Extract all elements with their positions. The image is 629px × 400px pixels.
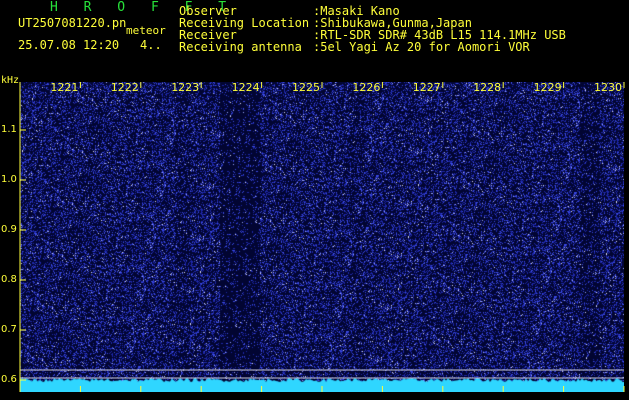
y-tick-label: 0.7: [1, 324, 17, 335]
x-tick-label: 1227: [412, 81, 441, 94]
x-tick-label: 1229: [533, 81, 562, 94]
y-tick-label: 0.8: [1, 274, 17, 285]
y-tick-label: 1.0: [1, 174, 17, 185]
x-tick-label: 1224: [231, 81, 260, 94]
y-tick-label: 0.6: [1, 374, 17, 385]
x-tick-label: 1226: [352, 81, 381, 94]
x-tick-label: 1230: [594, 81, 622, 94]
plot-overlay: [19, 82, 625, 392]
x-tick-label: 1228: [473, 81, 502, 94]
x-tick-label: 1221: [50, 81, 79, 94]
y-tick-label: 1.1: [1, 124, 17, 135]
x-tick-label: 1225: [292, 81, 320, 94]
x-tick-label: 1222: [110, 81, 139, 94]
y-tick-label: 0.9: [1, 224, 17, 235]
x-tick-label: 1223: [171, 81, 200, 94]
